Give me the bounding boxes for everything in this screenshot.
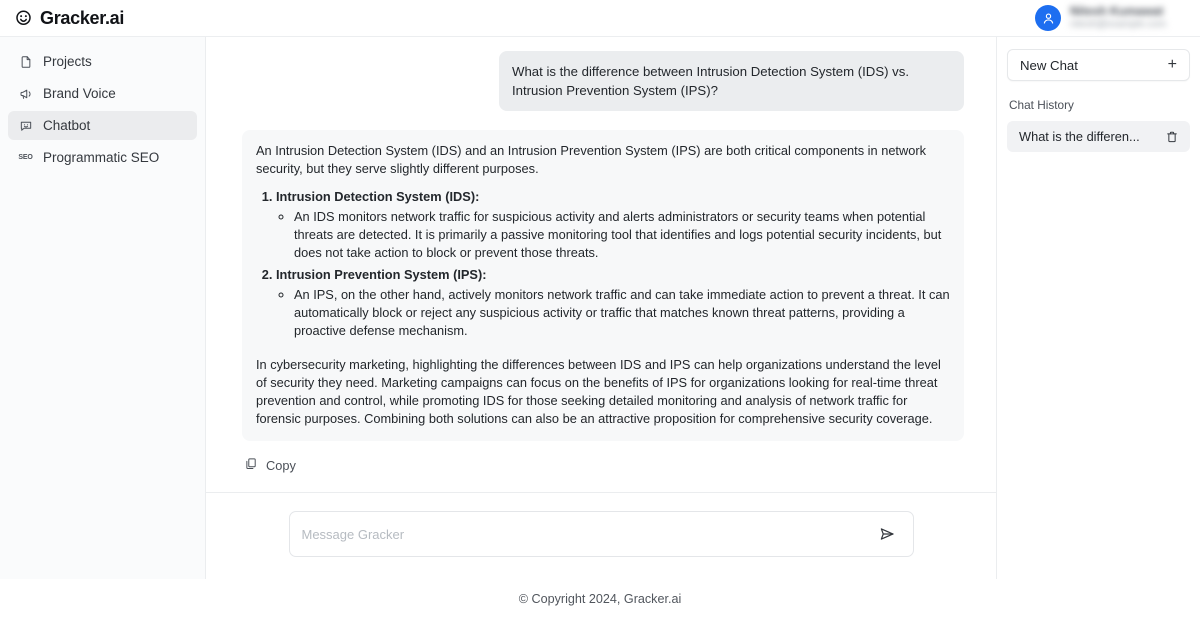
brand-name: Gracker.ai	[40, 7, 125, 28]
message-input[interactable]	[301, 526, 876, 542]
assistant-closing-paragraph: In cybersecurity marketing, highlighting…	[256, 357, 941, 426]
trash-icon[interactable]	[1164, 129, 1179, 144]
footer: © Copyright 2024, Gracker.ai	[0, 579, 1200, 617]
assistant-message-bubble: An Intrusion Detection System (IDS) and …	[242, 130, 964, 441]
assistant-intro-paragraph: An Intrusion Detection System (IDS) and …	[256, 143, 927, 176]
assistant-sub-list: An IPS, on the other hand, actively moni…	[276, 286, 950, 340]
list-item-heading: Intrusion Detection System (IDS):	[276, 189, 480, 204]
list-item: An IDS monitors network traffic for susp…	[294, 208, 950, 262]
sidebar-item-chatbot[interactable]: Chatbot	[8, 111, 197, 140]
account-identity: Nitesh Kumawat nitesh@example.com	[1070, 5, 1182, 31]
assistant-numbered-list: Intrusion Detection System (IDS): An IDS…	[256, 188, 950, 340]
new-chat-label: New Chat	[1020, 57, 1078, 73]
new-chat-button[interactable]: New Chat +	[1007, 49, 1190, 81]
account-email-redacted: nitesh@example.com	[1070, 19, 1167, 30]
list-item-heading: Intrusion Prevention System (IPS):	[276, 267, 487, 282]
copy-button[interactable]: Copy	[242, 457, 964, 474]
copy-label: Copy	[266, 458, 296, 473]
composer-area	[206, 492, 996, 579]
assistant-sub-list: An IDS monitors network traffic for susp…	[276, 208, 950, 262]
copy-icon	[244, 457, 258, 474]
list-item: An IPS, on the other hand, actively moni…	[294, 286, 950, 340]
sidebar-item-label: Brand Voice	[43, 86, 116, 101]
chat-history-item-title: What is the differen...	[1019, 129, 1140, 144]
megaphone-icon	[18, 86, 33, 101]
sidebar-item-programmatic-seo[interactable]: SEO Programmatic SEO	[8, 143, 197, 172]
seo-icon: SEO	[18, 154, 33, 161]
top-bar: Gracker.ai Nitesh Kumawat nitesh@example…	[0, 0, 1200, 37]
chat-history-label: Chat History	[1009, 98, 1074, 112]
plus-icon: +	[1167, 56, 1177, 73]
composer[interactable]	[288, 511, 914, 557]
user-message-row: What is the difference between Intrusion…	[242, 51, 964, 111]
chat-history-panel: New Chat + Chat History What is the diff…	[997, 37, 1200, 579]
brand-logo[interactable]: Gracker.ai	[14, 8, 124, 29]
shield-smiley-logo-icon	[14, 9, 33, 28]
app-root: Gracker.ai Nitesh Kumawat nitesh@example…	[0, 0, 1200, 617]
sidebar-item-label: Projects	[43, 54, 92, 69]
sidebar: Projects Brand Voice Chatbot SEO Program…	[0, 37, 206, 579]
copyright-text: © Copyright 2024, Gracker.ai	[518, 591, 682, 606]
chat-column: What is the difference between Intrusion…	[206, 37, 997, 579]
chat-transcript[interactable]: What is the difference between Intrusion…	[206, 37, 996, 492]
account-menu[interactable]: Nitesh Kumawat nitesh@example.com	[1035, 5, 1186, 31]
user-message-bubble: What is the difference between Intrusion…	[499, 51, 964, 111]
file-icon	[18, 54, 33, 69]
send-paper-plane-icon[interactable]	[876, 523, 898, 545]
list-item[interactable]: What is the differen...	[1007, 121, 1190, 152]
account-name-redacted: Nitesh Kumawat	[1070, 5, 1164, 17]
list-item: Intrusion Detection System (IDS): An IDS…	[276, 188, 950, 262]
sidebar-item-label: Chatbot	[43, 118, 91, 133]
sidebar-item-brand-voice[interactable]: Brand Voice	[8, 79, 197, 108]
sidebar-item-projects[interactable]: Projects	[8, 47, 197, 76]
chat-smiley-icon	[18, 118, 33, 133]
list-item: Intrusion Prevention System (IPS): An IP…	[276, 266, 950, 340]
body-row: Projects Brand Voice Chatbot SEO Program…	[0, 37, 1200, 579]
user-avatar-icon[interactable]	[1035, 5, 1061, 31]
sidebar-item-label: Programmatic SEO	[43, 150, 160, 165]
